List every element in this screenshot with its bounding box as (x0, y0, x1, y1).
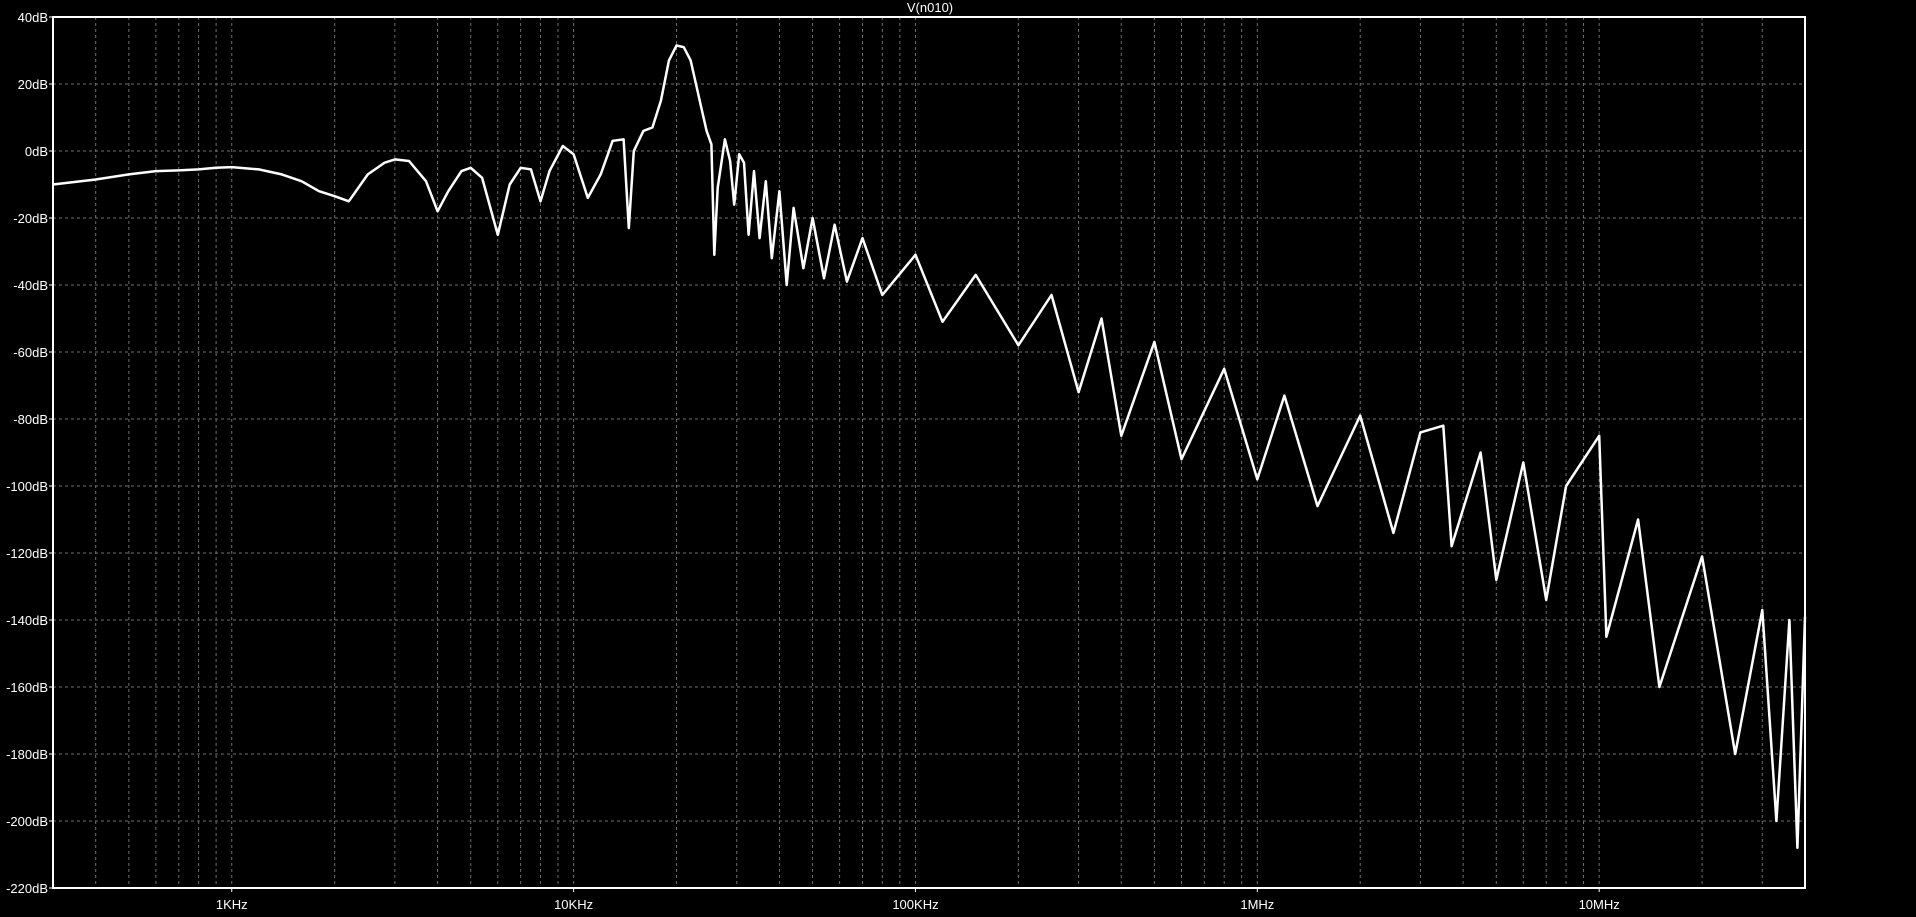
y-tick-label: -60dB (13, 345, 48, 360)
x-tick-label: 1KHz (216, 897, 248, 912)
y-tick-label: -200dB (6, 814, 48, 829)
y-tick-label: -120dB (6, 546, 48, 561)
y-tick-label: -100dB (6, 479, 48, 494)
y-tick-label: -80dB (13, 412, 48, 427)
chart-title: V(n010) (907, 0, 953, 15)
y-tick-label: -40dB (13, 278, 48, 293)
y-tick-label: -220dB (6, 881, 48, 896)
y-tick-label: 0dB (25, 144, 48, 159)
x-tick-label: 10KHz (554, 897, 593, 912)
y-tick-label: -160dB (6, 680, 48, 695)
y-tick-label: -180dB (6, 747, 48, 762)
x-tick-label: 1MHz (1240, 897, 1274, 912)
y-tick-label: -20dB (13, 211, 48, 226)
y-tick-label: 20dB (18, 77, 48, 92)
y-tick-label: -140dB (6, 613, 48, 628)
y-tick-label: 40dB (18, 10, 48, 25)
plot-background (0, 0, 1916, 917)
x-tick-label: 10MHz (1579, 897, 1620, 912)
x-tick-label: 100KHz (892, 897, 938, 912)
spectrum-plot: 40dB 20dB 0dB -20dB -40dB -60dB -80dB -100dB -12… (0, 0, 1916, 917)
